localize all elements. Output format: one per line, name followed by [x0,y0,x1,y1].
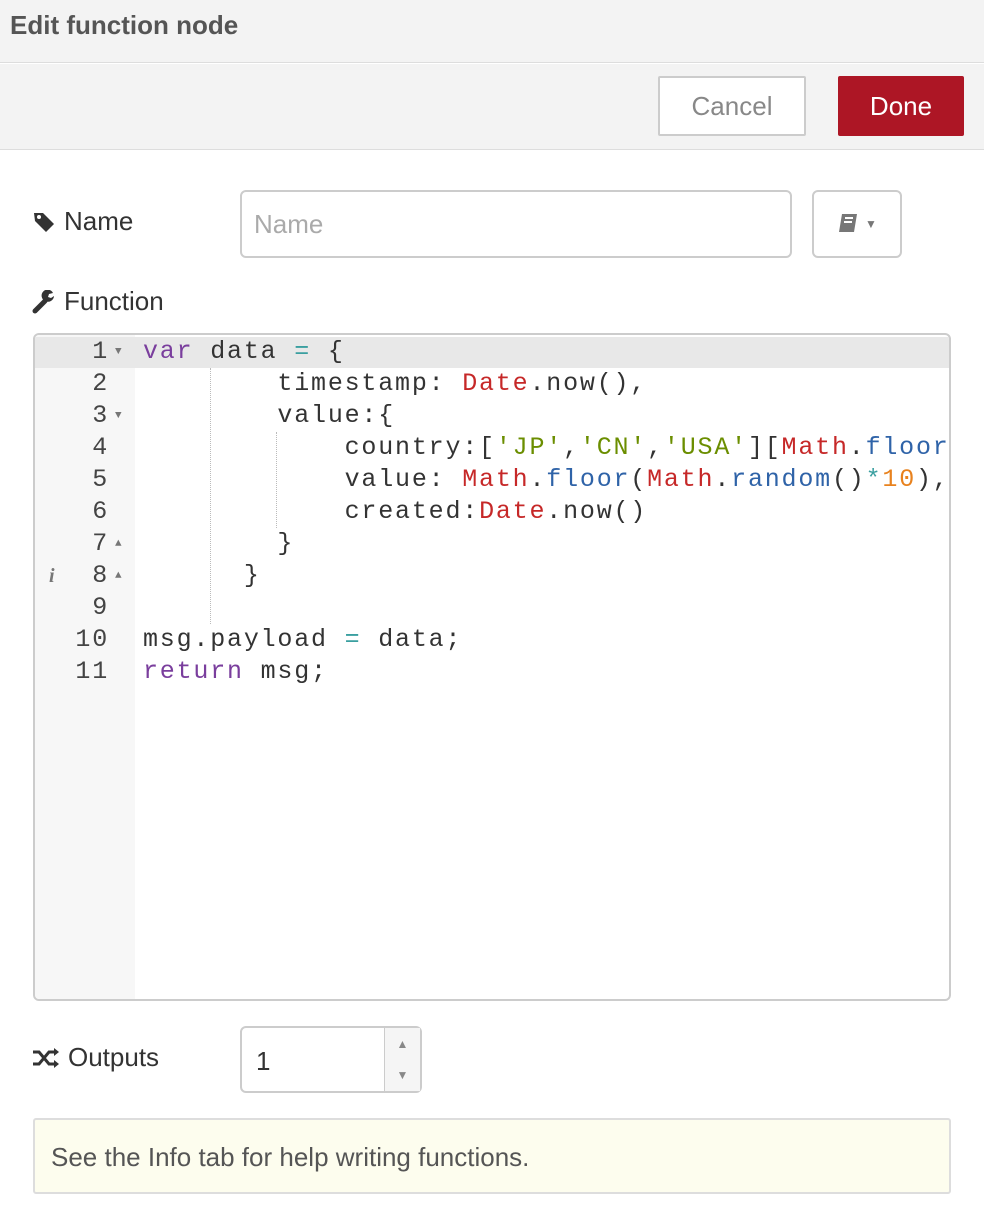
code-token: * [865,465,883,494]
code-token: ( [630,465,648,494]
function-label: Function [32,286,164,317]
code-editor[interactable]: 1 ▼ var data = {2 timestamp: Date.now(), 3 ▼… [33,333,951,1001]
line-number: 8 [92,561,109,590]
code-token: msg.payload [143,625,345,654]
code-line: 3 ▼ value:{ [35,400,949,432]
code-token: data; [361,625,463,654]
code-line: 4 country:['JP','CN','USA'][Math.floor [35,432,949,464]
code-token: } [143,561,261,590]
code-token: , [647,433,664,462]
code-token: = [344,625,362,654]
code-token: return [143,657,244,686]
code-token: ), [916,465,950,494]
line-number: 9 [92,593,109,622]
code-token: floor [865,433,950,462]
outputs-spinner[interactable]: 1 ▲ ▼ [240,1026,422,1093]
code-token: 'CN' [579,433,648,462]
code-line: 6 created:Date.now() [35,496,949,528]
library-button[interactable]: ▼ [812,190,902,258]
dialog-button-bar: Cancel Done [0,64,984,150]
code-token: floor [546,465,631,494]
code-token: Date [462,369,530,398]
info-icon: i [49,565,57,587]
line-number: 5 [92,465,109,494]
outputs-label: Outputs [32,1042,159,1073]
code-token: Date [479,497,547,526]
increment-arrow-icon[interactable]: ▲ [397,1037,409,1051]
book-icon [839,214,858,232]
code-token: value: [143,465,463,494]
code-lines: 1 ▼ var data = {2 timestamp: Date.now(), 3 ▼… [35,336,949,688]
code-token: random [731,465,832,494]
decrement-arrow-icon[interactable]: ▼ [397,1068,409,1082]
line-number: 2 [92,369,109,398]
code-token: created: [143,497,480,526]
code-token: timestamp: [143,369,463,398]
code-token: now(), [546,369,648,398]
code-token: msg; [243,657,328,686]
dialog-titlebar: Edit function node [0,0,984,63]
fold-marker-icon[interactable]: ▼ [115,400,123,432]
dialog-title: Edit function node [10,10,239,40]
code-line: 1 ▼ var data = { [35,336,949,368]
code-line: 7 ▲ } [35,528,949,560]
line-number: 6 [92,497,109,526]
code-token: data [193,337,295,366]
code-token: 'USA' [663,433,748,462]
code-token: . [529,369,547,398]
code-token: , [563,433,580,462]
tag-icon [34,212,54,232]
code-token: country:[ [143,433,496,462]
code-token: var [143,337,194,366]
code-token: 10 [882,465,916,494]
cancel-button[interactable]: Cancel [658,76,806,136]
code-token: Math [781,433,849,462]
fold-marker-icon[interactable]: ▲ [115,528,123,560]
name-label-text: Name [64,206,134,236]
code-token: } [143,529,295,558]
code-line: 5 value: Math.floor(Math.random()*10), [35,464,949,496]
outputs-value[interactable]: 1 [256,1046,270,1077]
code-token: 'JP' [495,433,564,462]
outputs-label-text: Outputs [68,1042,160,1072]
code-token: Math [647,465,715,494]
code-token: . [714,465,732,494]
fold-marker-icon[interactable]: ▼ [115,336,123,368]
code-token: () [831,465,866,494]
code-line: 11 return msg; [35,656,949,688]
code-token: Math [462,465,530,494]
line-number: 4 [92,433,109,462]
name-label: Name [32,206,133,237]
code-line: 10 msg.payload = data; [35,624,949,656]
help-tip: See the Info tab for help writing functi… [33,1118,951,1194]
wrench-icon [32,289,54,313]
line-number: 11 [75,657,109,686]
line-number: 7 [92,529,109,558]
code-token: . [848,433,866,462]
line-number: 10 [75,625,109,654]
fold-marker-icon[interactable]: ▲ [115,560,123,592]
line-number: 1 [92,337,109,366]
function-label-text: Function [64,286,164,316]
code-token: value:{ [143,401,396,430]
code-token: { [311,337,345,366]
code-token: = [294,337,312,366]
code-line: 8 ▲ i } [35,560,949,592]
done-button[interactable]: Done [838,76,964,136]
chevron-down-icon: ▼ [865,217,877,231]
name-placeholder: Name [254,208,324,239]
code-line: 2 timestamp: Date.now(), [35,368,949,400]
code-token: ][ [747,433,782,462]
line-number: 3 [92,401,109,430]
code-line: 9 [35,592,949,624]
name-input[interactable]: Name [240,190,792,258]
shuffle-icon [33,1047,59,1068]
code-token: . [529,465,547,494]
code-token: .now() [546,497,648,526]
